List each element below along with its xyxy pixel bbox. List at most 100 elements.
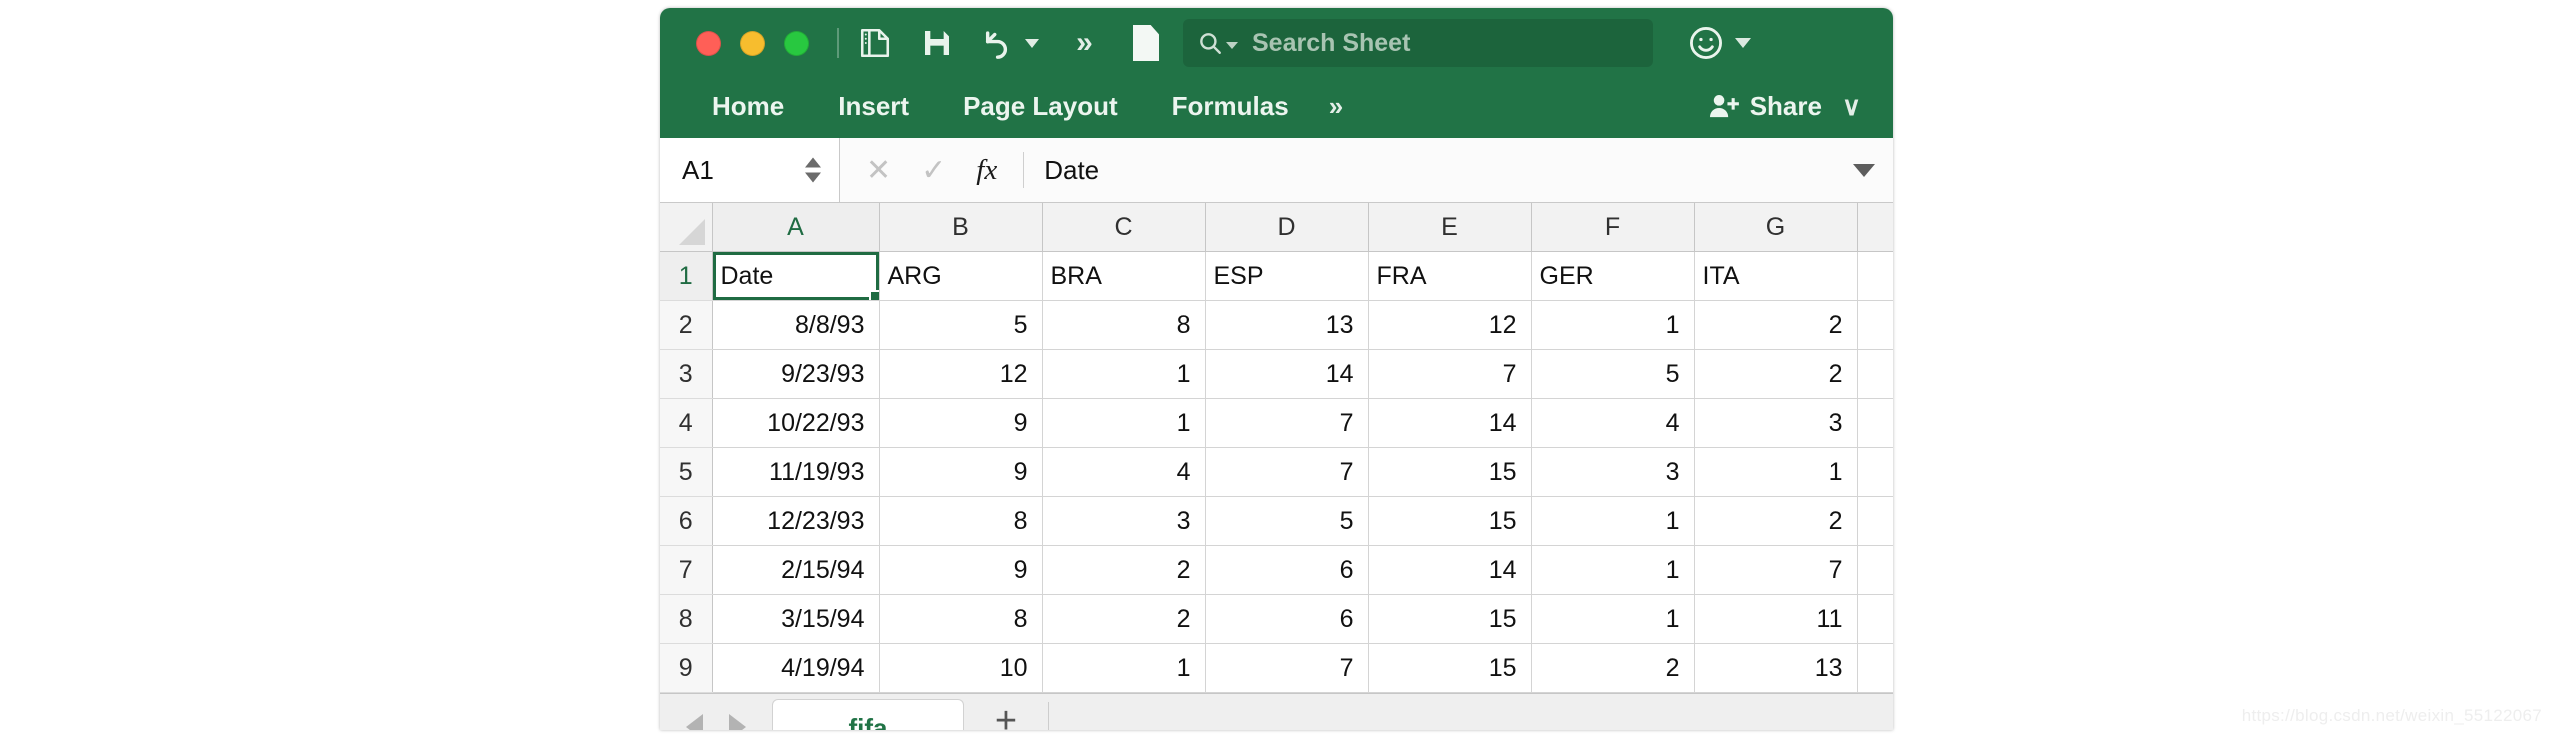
cell-a9[interactable]: 4/19/94 xyxy=(712,643,880,693)
add-sheet-button[interactable]: + xyxy=(964,694,1048,731)
cell-e7[interactable]: 14 xyxy=(1368,545,1532,595)
spinner-down-icon[interactable] xyxy=(805,172,821,183)
column-header-c[interactable]: C xyxy=(1042,203,1206,252)
cell-c3[interactable]: 1 xyxy=(1042,349,1206,399)
cell-b1[interactable]: ARG xyxy=(879,251,1043,301)
row-header-9[interactable]: 9 xyxy=(660,643,713,693)
cell-g4[interactable]: 3 xyxy=(1694,398,1858,448)
cell-h7[interactable] xyxy=(1857,545,1893,595)
row-header-3[interactable]: 3 xyxy=(660,349,713,399)
cell-b8[interactable]: 8 xyxy=(879,594,1043,644)
column-header-g[interactable]: G xyxy=(1694,203,1858,252)
cell-b7[interactable]: 9 xyxy=(879,545,1043,595)
ribbon-overflow-icon[interactable]: » xyxy=(1329,91,1344,122)
row-header-6[interactable]: 6 xyxy=(660,496,713,546)
ribbon-toggle-icon[interactable] xyxy=(857,25,893,61)
cell-d5[interactable]: 7 xyxy=(1205,447,1369,497)
cell-d4[interactable]: 7 xyxy=(1205,398,1369,448)
tab-insert[interactable]: Insert xyxy=(824,91,923,122)
cell-h6[interactable] xyxy=(1857,496,1893,546)
cell-b6[interactable]: 8 xyxy=(879,496,1043,546)
cell-h3[interactable] xyxy=(1857,349,1893,399)
cell-d7[interactable]: 6 xyxy=(1205,545,1369,595)
cell-c2[interactable]: 8 xyxy=(1042,300,1206,350)
arrow-left-icon[interactable] xyxy=(686,714,703,730)
cell-a7[interactable]: 2/15/94 xyxy=(712,545,880,595)
row-header-1[interactable]: 1 xyxy=(660,251,713,301)
search-input[interactable]: Search Sheet xyxy=(1183,19,1653,67)
column-header-f[interactable]: F xyxy=(1531,203,1695,252)
cell-c7[interactable]: 2 xyxy=(1042,545,1206,595)
cell-b9[interactable]: 10 xyxy=(879,643,1043,693)
undo-icon[interactable] xyxy=(981,25,1017,61)
select-all-corner[interactable] xyxy=(660,203,713,252)
overflow-icon[interactable]: » xyxy=(1065,25,1101,61)
share-button[interactable]: Share ∨ xyxy=(1708,91,1861,122)
share-caret-icon[interactable]: ∨ xyxy=(1842,91,1861,122)
row-header-8[interactable]: 8 xyxy=(660,594,713,644)
cell-f4[interactable]: 4 xyxy=(1531,398,1695,448)
tab-home[interactable]: Home xyxy=(698,91,798,122)
cell-e8[interactable]: 15 xyxy=(1368,594,1532,644)
row-header-4[interactable]: 4 xyxy=(660,398,713,448)
cell-c5[interactable]: 4 xyxy=(1042,447,1206,497)
cell-e2[interactable]: 12 xyxy=(1368,300,1532,350)
sheet-tab-fifa[interactable]: fifa xyxy=(772,699,964,730)
cell-e4[interactable]: 14 xyxy=(1368,398,1532,448)
cell-b3[interactable]: 12 xyxy=(879,349,1043,399)
tab-formulas[interactable]: Formulas xyxy=(1158,91,1303,122)
cell-b5[interactable]: 9 xyxy=(879,447,1043,497)
cell-c8[interactable]: 2 xyxy=(1042,594,1206,644)
cell-g5[interactable]: 1 xyxy=(1694,447,1858,497)
cell-c6[interactable]: 3 xyxy=(1042,496,1206,546)
cell-g6[interactable]: 2 xyxy=(1694,496,1858,546)
cell-d8[interactable]: 6 xyxy=(1205,594,1369,644)
insert-function-icon[interactable]: fx xyxy=(976,154,997,187)
column-header-d[interactable]: D xyxy=(1205,203,1369,252)
cell-f2[interactable]: 1 xyxy=(1531,300,1695,350)
row-header-7[interactable]: 7 xyxy=(660,545,713,595)
cell-g7[interactable]: 7 xyxy=(1694,545,1858,595)
cell-h5[interactable] xyxy=(1857,447,1893,497)
tab-page-layout[interactable]: Page Layout xyxy=(949,91,1132,122)
cell-c4[interactable]: 1 xyxy=(1042,398,1206,448)
name-box-spinner[interactable] xyxy=(805,157,821,183)
cell-a1[interactable]: Date xyxy=(712,251,880,301)
row-header-5[interactable]: 5 xyxy=(660,447,713,497)
cell-c1[interactable]: BRA xyxy=(1042,251,1206,301)
cell-f3[interactable]: 5 xyxy=(1531,349,1695,399)
column-header-e[interactable]: E xyxy=(1368,203,1532,252)
cell-f6[interactable]: 1 xyxy=(1531,496,1695,546)
cell-a3[interactable]: 9/23/93 xyxy=(712,349,880,399)
cell-g3[interactable]: 2 xyxy=(1694,349,1858,399)
spinner-up-icon[interactable] xyxy=(805,157,821,168)
undo-dropdown-caret[interactable] xyxy=(1025,38,1039,48)
cancel-edit-icon[interactable]: ✕ xyxy=(866,153,891,188)
formula-input[interactable]: Date xyxy=(1024,138,1835,202)
cell-b2[interactable]: 5 xyxy=(879,300,1043,350)
search-dropdown-caret[interactable] xyxy=(1226,41,1238,49)
cell-e6[interactable]: 15 xyxy=(1368,496,1532,546)
cell-e9[interactable]: 15 xyxy=(1368,643,1532,693)
cell-h2[interactable] xyxy=(1857,300,1893,350)
document-icon[interactable] xyxy=(1133,25,1159,61)
cell-b4[interactable]: 9 xyxy=(879,398,1043,448)
cell-g2[interactable]: 2 xyxy=(1694,300,1858,350)
cell-h9[interactable] xyxy=(1857,643,1893,693)
cell-h8[interactable] xyxy=(1857,594,1893,644)
cell-d1[interactable]: ESP xyxy=(1205,251,1369,301)
cell-d6[interactable]: 5 xyxy=(1205,496,1369,546)
account-dropdown-caret[interactable] xyxy=(1735,38,1751,48)
cell-h4[interactable] xyxy=(1857,398,1893,448)
cell-g8[interactable]: 11 xyxy=(1694,594,1858,644)
cell-g1[interactable]: ITA xyxy=(1694,251,1858,301)
cell-e1[interactable]: FRA xyxy=(1368,251,1532,301)
cell-d9[interactable]: 7 xyxy=(1205,643,1369,693)
column-header-a[interactable]: A xyxy=(712,203,880,252)
save-icon[interactable] xyxy=(919,25,955,61)
cell-f5[interactable]: 3 xyxy=(1531,447,1695,497)
cell-g9[interactable]: 13 xyxy=(1694,643,1858,693)
cell-f7[interactable]: 1 xyxy=(1531,545,1695,595)
smiley-face-icon[interactable] xyxy=(1687,24,1751,62)
zoom-button[interactable] xyxy=(784,30,809,56)
